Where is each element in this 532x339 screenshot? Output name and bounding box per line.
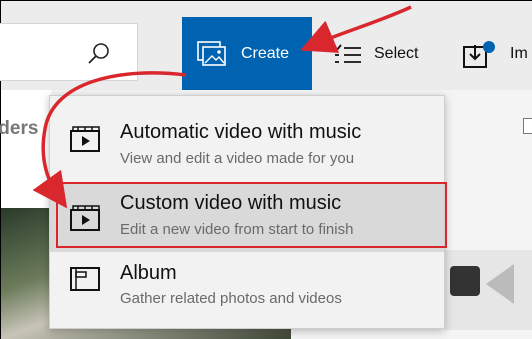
selection-checkbox[interactable]	[523, 118, 532, 134]
highlight-box	[56, 182, 447, 248]
select-icon	[332, 43, 361, 63]
menu-item-title: Album	[120, 262, 177, 284]
search-box[interactable]	[0, 23, 138, 81]
create-label: Create	[241, 44, 290, 62]
menu-item-subtitle: Gather related photos and videos	[120, 290, 342, 307]
menu-item-title: Automatic video with music	[120, 121, 362, 143]
play-triangle-icon	[486, 264, 514, 304]
import-icon	[463, 40, 495, 68]
menu-item-subtitle: View and edit a video made for you	[120, 150, 355, 167]
video-film-icon	[70, 126, 100, 152]
video-camera-icon	[450, 266, 480, 296]
create-button[interactable]: Create	[182, 17, 312, 90]
menu-item-automatic-video[interactable]: Automatic video with music View and edit…	[50, 96, 444, 170]
folders-heading: lders	[0, 118, 39, 139]
toolbar: Create Select Im	[0, 1, 532, 90]
create-icon	[197, 40, 226, 66]
import-button[interactable]: Im	[456, 17, 532, 90]
menu-item-album[interactable]: Album Gather related photos and videos	[50, 256, 444, 330]
select-button[interactable]: Select	[328, 17, 438, 90]
album-icon	[70, 267, 100, 291]
search-icon	[88, 43, 109, 64]
video-thumbnail[interactable]	[444, 250, 532, 330]
select-label: Select	[374, 44, 419, 62]
import-label: Im	[510, 44, 528, 62]
